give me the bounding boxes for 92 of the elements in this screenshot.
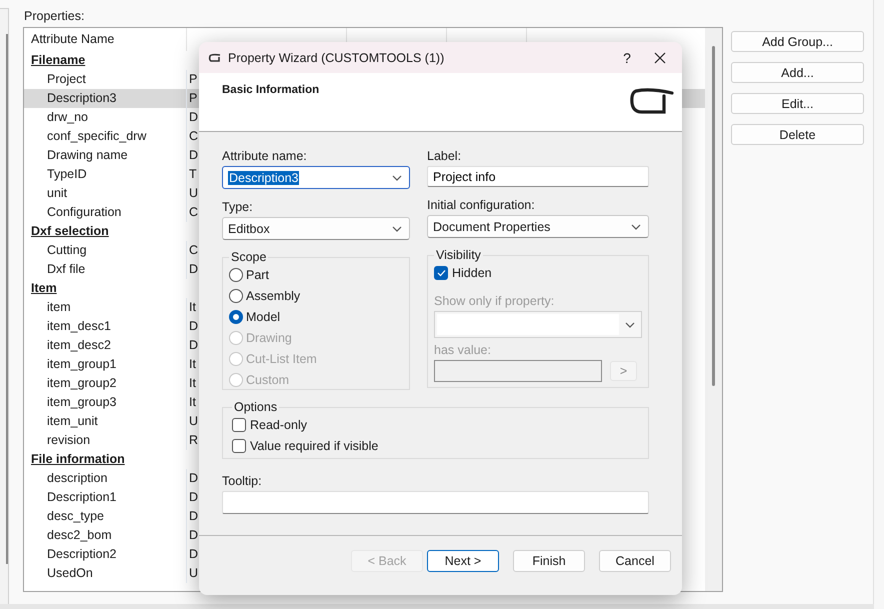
group-heading: Filename bbox=[30, 52, 86, 69]
table-cell-text: Configuration bbox=[46, 204, 122, 221]
table-cell: P bbox=[186, 89, 198, 108]
table-cell: It bbox=[186, 355, 196, 374]
input-field[interactable] bbox=[434, 360, 602, 382]
field-label: Initial configuration: bbox=[427, 197, 536, 213]
group-heading: File information bbox=[30, 451, 126, 468]
table-cell-text: Description3 bbox=[46, 90, 118, 107]
table-cell: U bbox=[186, 184, 198, 203]
help-button[interactable]: ? bbox=[612, 50, 642, 66]
properties-label: Properties: bbox=[23, 8, 86, 25]
table-cell: D bbox=[186, 260, 198, 279]
close-icon[interactable] bbox=[654, 52, 666, 64]
dropdown[interactable]: Document Properties bbox=[427, 215, 649, 238]
page-heading: Basic Information bbox=[222, 84, 320, 98]
table-cell: R bbox=[186, 431, 198, 450]
field-label: Type: bbox=[222, 199, 254, 215]
table-cell-text: item_desc2 bbox=[46, 337, 112, 354]
input-field[interactable]: Project info bbox=[427, 166, 649, 187]
table-cell-text: description bbox=[46, 470, 108, 487]
dialog-button[interactable]: Cancel bbox=[599, 550, 671, 572]
table-cell-text: conf_specific_drw bbox=[46, 128, 148, 145]
checkbox[interactable]: Read-only bbox=[232, 414, 642, 435]
column-header[interactable]: Attribute Name bbox=[24, 28, 187, 51]
table-cell: D bbox=[186, 545, 198, 564]
group-title: Options bbox=[233, 400, 278, 414]
field-label: has value: bbox=[434, 342, 492, 358]
group-heading: Item bbox=[30, 280, 58, 297]
table-cell: U bbox=[186, 564, 198, 583]
field-label: Tooltip: bbox=[222, 473, 263, 489]
table-cell: D bbox=[186, 488, 198, 507]
table-cell-text: revision bbox=[46, 432, 92, 449]
table-cell-text: item_desc1 bbox=[46, 318, 112, 335]
table-cell: T bbox=[186, 165, 197, 184]
table-cell-text: UsedOn bbox=[46, 565, 94, 582]
radio-button[interactable]: Model bbox=[229, 306, 403, 327]
group-heading: Dxf selection bbox=[30, 223, 110, 240]
dropdown[interactable]: Description3 bbox=[222, 166, 410, 189]
table-cell-text: Project bbox=[46, 71, 87, 88]
logo-icon bbox=[630, 87, 674, 115]
table-cell: D bbox=[186, 336, 198, 355]
table-cell-text: unit bbox=[46, 185, 68, 202]
table-cell-text: Description1 bbox=[46, 489, 118, 506]
chevron-down-icon bbox=[392, 226, 402, 232]
table-cell: D bbox=[186, 526, 198, 545]
check-icon bbox=[436, 268, 446, 276]
table-cell: D bbox=[186, 469, 198, 488]
table-cell-text: item_unit bbox=[46, 413, 99, 430]
table-cell: D bbox=[186, 108, 198, 127]
field-label: Label: bbox=[427, 148, 462, 164]
table-cell-text: item_group2 bbox=[46, 375, 118, 392]
chevron-down-icon bbox=[631, 224, 641, 230]
radio-button[interactable]: Part bbox=[229, 264, 403, 285]
table-cell-text: desc_type bbox=[46, 508, 105, 525]
table-cell-text: TypeID bbox=[46, 166, 88, 183]
side-button[interactable]: Delete bbox=[731, 124, 864, 145]
scrollbar-thumb[interactable] bbox=[712, 46, 715, 386]
field-label: Attribute name: bbox=[222, 148, 308, 164]
chevron-down-icon bbox=[625, 322, 635, 328]
table-cell: C bbox=[186, 127, 198, 146]
side-button[interactable]: Edit... bbox=[731, 93, 864, 114]
dialog-button[interactable]: Next > bbox=[427, 550, 499, 572]
logo-icon bbox=[208, 52, 222, 63]
table-cell-text: drw_no bbox=[46, 109, 89, 126]
table-cell-text: Drawing name bbox=[46, 147, 129, 164]
table-cell: D bbox=[186, 507, 198, 526]
table-cell-text: item_group3 bbox=[46, 394, 118, 411]
table-cell: C bbox=[186, 203, 198, 222]
table-cell: D bbox=[186, 317, 198, 336]
group-title: Visibility bbox=[435, 248, 482, 262]
table-cell: It bbox=[186, 393, 196, 412]
table-cell-text: Cutting bbox=[46, 242, 88, 259]
table-cell: It bbox=[186, 374, 196, 393]
group-title: Scope bbox=[230, 250, 268, 264]
checkbox[interactable]: Value required if visible bbox=[232, 435, 642, 456]
table-cell-text: item_group1 bbox=[46, 356, 118, 373]
table-cell: It bbox=[186, 298, 196, 317]
table-cell-text: Description2 bbox=[46, 546, 118, 563]
window-title: Property Wizard (CUSTOMTOOLS (1)) bbox=[228, 50, 446, 64]
table-cell: C bbox=[186, 241, 198, 260]
table-cell-text: item bbox=[46, 299, 72, 316]
table-cell-text: desc2_bom bbox=[46, 527, 113, 544]
field-label: Show only if property: bbox=[434, 293, 556, 309]
table-cell: D bbox=[186, 146, 198, 165]
table-cell: U bbox=[186, 412, 198, 431]
chevron-down-icon bbox=[392, 174, 402, 180]
table-cell-text: Dxf file bbox=[46, 261, 86, 278]
side-button[interactable]: Add... bbox=[731, 62, 864, 83]
side-button[interactable]: Add Group... bbox=[731, 31, 864, 52]
dropdown[interactable]: Editbox bbox=[222, 217, 410, 240]
dialog-button[interactable]: Finish bbox=[513, 550, 585, 572]
radio-button[interactable]: Assembly bbox=[229, 285, 403, 306]
